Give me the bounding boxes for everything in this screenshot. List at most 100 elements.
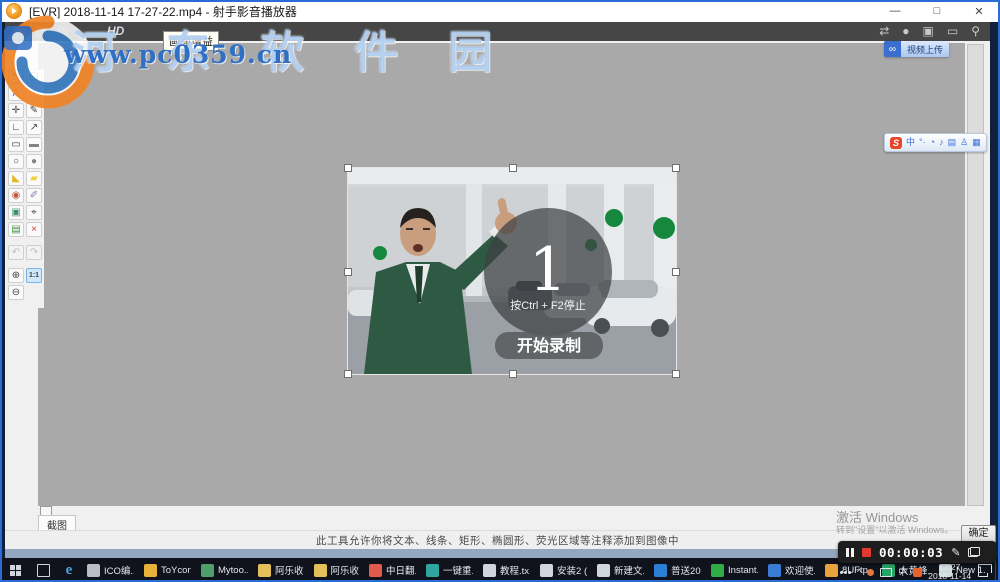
people-icon[interactable] [840, 571, 851, 574]
image-tool[interactable]: ▣ [8, 205, 24, 220]
clock[interactable]: 17:27 2018-11-14 [928, 563, 971, 581]
selection-handle-s[interactable] [509, 370, 517, 378]
filled-ellipse-tool[interactable]: ● [26, 154, 42, 169]
sogou-logo-icon[interactable]: S [890, 137, 902, 149]
user-tray-icon[interactable] [867, 569, 874, 576]
voice-icon[interactable]: ♪ [939, 135, 944, 150]
actual-size-button[interactable]: 1:1 [26, 268, 42, 283]
hidden-icons-chevron[interactable]: ^ [857, 565, 861, 579]
taskbar-item-label: 欢迎使... [785, 563, 815, 577]
taskbar-item-label: 阿乐收 [331, 563, 360, 577]
pause-recording-button[interactable] [846, 548, 854, 557]
minimize-button[interactable]: — [874, 0, 916, 22]
redo-button[interactable]: ↷ [26, 245, 42, 260]
display-tray-icon[interactable] [880, 568, 892, 577]
taskbar-item[interactable]: ICO编.. [82, 558, 139, 582]
snapshot-camera-icon[interactable]: ▣ [923, 23, 934, 40]
screens-icon[interactable] [968, 547, 980, 557]
highlight-area-tool[interactable]: ▰ [26, 171, 42, 186]
selection-handle-n[interactable] [509, 164, 517, 172]
punctuation-icon[interactable]: °· [919, 135, 926, 150]
edge-browser-button[interactable]: e [56, 558, 82, 582]
crop-tool[interactable]: ▤ [8, 222, 24, 237]
vertical-scrollbar[interactable] [966, 43, 984, 506]
taskbar-item-label: 中日翻... [386, 563, 416, 577]
sogou-ime-bar[interactable]: S 中 °· ◔ ♪ ▤♙ ▦ [884, 133, 987, 152]
selection-handle-ne[interactable] [672, 164, 680, 172]
countdown-number: 1 [529, 235, 567, 305]
taskbar-item-label: 安装2 (... [557, 563, 587, 577]
upload-label: 视频上传 [901, 41, 949, 57]
sogou-tray-icon[interactable] [913, 568, 922, 577]
highlighter-tool[interactable]: ◣ [8, 171, 24, 186]
taskbar-item[interactable]: 阿乐收 [253, 558, 309, 582]
taskbar-item[interactable]: 欢迎使... [763, 558, 820, 582]
draw-brush-icon[interactable]: ✎ [951, 546, 960, 559]
close-button[interactable]: ✕ [958, 0, 1000, 22]
taskbar-item[interactable]: 中日翻... [364, 558, 421, 582]
taskbar-item-icon [768, 564, 781, 577]
taskbar-item[interactable]: 普送20... [649, 558, 706, 582]
ellipse-tool[interactable]: ○ [8, 154, 24, 169]
taskbar-item[interactable]: 教程.tx... [478, 558, 535, 582]
taskbar-item-icon [144, 564, 157, 577]
stop-recording-button[interactable] [862, 548, 871, 557]
clock-icon[interactable]: ◔ [930, 135, 935, 150]
loop-icon[interactable]: ⇄ [879, 23, 889, 40]
upload-link-icon: ∞ [884, 41, 901, 57]
selection-handle-se[interactable] [672, 370, 680, 378]
selection-handle-e[interactable] [672, 268, 680, 276]
rectangle-tool[interactable]: ▭ [8, 137, 24, 152]
tray-date: 2018-11-14 [928, 571, 971, 581]
toolbox-icon[interactable]: ▦ [972, 135, 981, 150]
taskbar-item[interactable]: 新建文... [592, 558, 649, 582]
task-view-button[interactable] [30, 558, 56, 582]
taskbar-item-icon [369, 564, 382, 577]
undo-button[interactable]: ↶ [8, 245, 24, 260]
taskbar-item-label: 普送20... [671, 563, 701, 577]
taskbar-item[interactable]: 一键重... [421, 558, 478, 582]
action-center-icon[interactable] [978, 564, 992, 577]
video-upload-button[interactable]: ∞ 视频上传 [884, 41, 949, 57]
line-tool[interactable]: ∟ [8, 120, 24, 135]
ime-indicator[interactable]: 中 [898, 565, 907, 579]
task-view-icon [37, 564, 50, 577]
show-desktop-button[interactable] [995, 558, 1000, 582]
taskbar-item[interactable]: Mytoo... [196, 558, 253, 582]
keyboard-icon[interactable]: ▤ [948, 135, 957, 150]
taskbar-item[interactable]: ToYcon [139, 558, 196, 582]
player-toolbar-right-icons: ⇄ ● ▣ ▭ ⚲ [879, 23, 980, 40]
taskbar-item-icon [825, 564, 838, 577]
selection-handle-sw[interactable] [344, 370, 352, 378]
eraser-tool[interactable]: ✐ [26, 188, 42, 203]
windows-logo-icon [10, 565, 21, 576]
selection-handle-nw[interactable] [344, 164, 352, 172]
filled-rectangle-tool[interactable]: ▬ [26, 137, 42, 152]
scrollbar-thumb[interactable] [967, 44, 984, 506]
taskbar-item-label: Mytoo... [218, 565, 248, 576]
video-frame[interactable]: 1 按Ctrl + F2停止 开始录制 [348, 168, 676, 374]
arrow-tool[interactable]: ↗ [26, 120, 42, 135]
ime-mode-icon[interactable]: 中 [906, 135, 915, 150]
zoom-in-button[interactable]: ⊕ [8, 268, 24, 283]
obfuscate-tool[interactable]: ◉ [8, 188, 24, 203]
recording-timer: 00:00:03 [879, 545, 943, 560]
taskbar-item-icon [258, 564, 271, 577]
start-button[interactable] [0, 558, 30, 582]
stop-hint-text: 按Ctrl + F2停止 [510, 298, 585, 312]
taskbar-item-label: ICO编.. [104, 563, 134, 577]
sphere-icon[interactable]: ● [902, 23, 909, 40]
pin-on-top-icon[interactable]: ⚲ [971, 23, 980, 40]
taskbar-item-icon [87, 564, 100, 577]
maximize-button[interactable]: □ [916, 0, 958, 22]
recording-control-bar: 00:00:03 ✎ [838, 541, 996, 563]
taskbar-item[interactable]: Instant... [706, 558, 763, 582]
taskbar-item[interactable]: 阿乐收 [309, 558, 365, 582]
screen-mode-icon[interactable]: ▭ [947, 23, 958, 40]
taskbar-item[interactable]: 安装2 (... [535, 558, 592, 582]
selection-handle-w[interactable] [344, 268, 352, 276]
cursor-capture-tool[interactable]: ⌖ [26, 205, 42, 220]
skin-icon[interactable]: ♙ [960, 135, 968, 150]
delete-tool[interactable]: × [26, 222, 42, 237]
zoom-out-button[interactable]: ⊖ [8, 285, 24, 300]
